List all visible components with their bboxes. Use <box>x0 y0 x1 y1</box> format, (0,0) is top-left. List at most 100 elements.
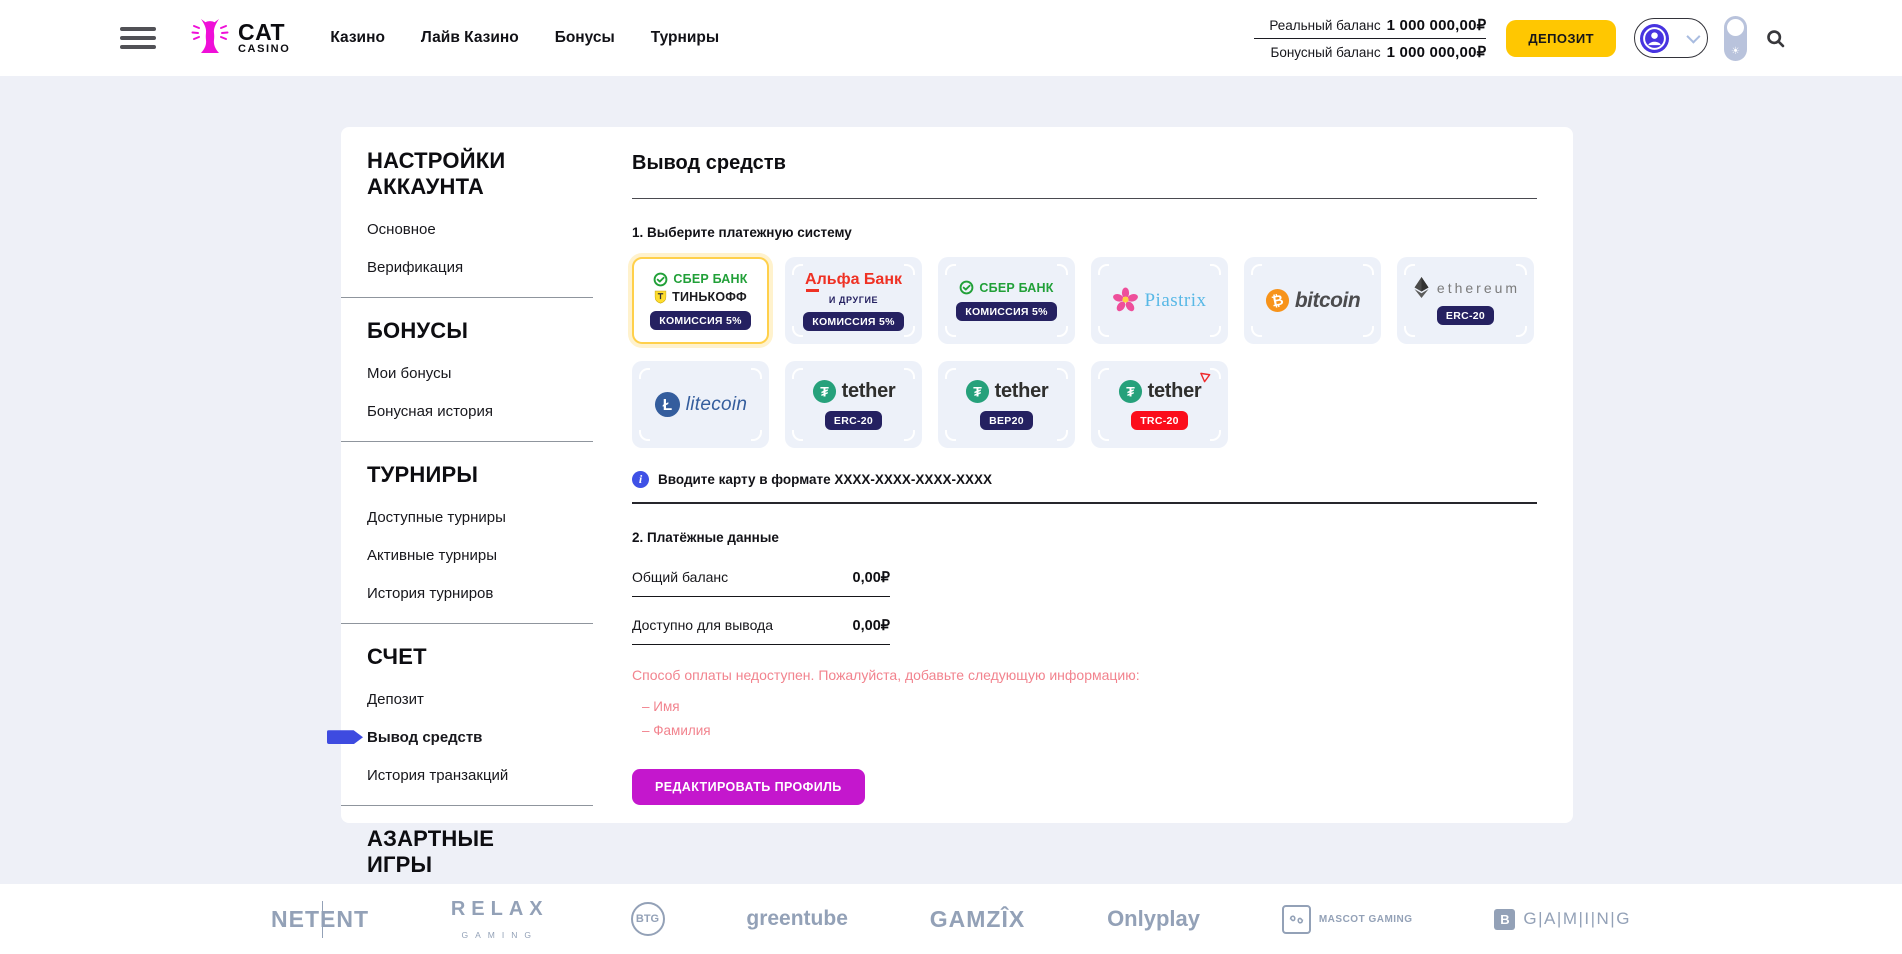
nav-item-2[interactable]: Лайв Казино <box>421 29 519 47</box>
payment-brand-row: ethereum <box>1411 276 1520 299</box>
payment-brand-row: СБЕР БАНК <box>653 272 747 287</box>
sidebar-item[interactable]: Бонусная история <box>341 403 593 420</box>
balance-block: Реальный баланс1 000 000,00₽Бонусный бал… <box>1254 14 1486 63</box>
tile-corner-mark <box>1404 326 1415 337</box>
payment-brand-label: СБЕР БАНК <box>979 281 1053 295</box>
payment-method-tether-trc20[interactable]: ₮tetherTRC-20 <box>1091 361 1228 448</box>
balance-divider <box>1254 38 1486 39</box>
sidebar-item[interactable]: История транзакций <box>341 767 593 784</box>
tile-corner-mark <box>945 264 956 275</box>
provider-name: BTG <box>631 902 665 936</box>
payment-brand-label: И ДРУГИЕ <box>829 295 878 305</box>
nav-item-4[interactable]: Турниры <box>651 29 719 47</box>
mascot-ornament-icon <box>1282 905 1311 934</box>
tile-corner-mark <box>945 430 956 441</box>
sidebar-item[interactable]: История турниров <box>341 585 593 602</box>
sidebar-item-label: Активные турниры <box>367 547 497 564</box>
sidebar-item[interactable]: Основное <box>341 221 593 238</box>
missing-fields-list: ИмяФамилия <box>632 699 1537 738</box>
tile-corner-mark <box>904 326 915 337</box>
provider-b-mark: B <box>1494 909 1515 930</box>
sidebar-item[interactable]: Депозит <box>341 691 593 708</box>
brand-name: CAT <box>238 22 290 44</box>
tether-icon: ₮ <box>812 379 837 404</box>
payment-method-ethereum-erc20[interactable]: ethereumERC-20 <box>1397 257 1534 344</box>
tile-corner-mark <box>904 430 915 441</box>
info-icon: i <box>632 471 649 488</box>
tile-corner-mark <box>1057 264 1068 275</box>
commission-badge: BEP20 <box>980 411 1033 430</box>
nav-item-3[interactable]: Бонусы <box>555 29 615 47</box>
payment-brand-row: ₮tether <box>812 379 896 404</box>
tether-icon: ₮ <box>965 379 990 404</box>
payment-brand-row: Łlitecoin <box>654 391 748 418</box>
bitcoin-icon: ₿ <box>1265 288 1290 313</box>
tile-corner-mark <box>945 326 956 337</box>
balance-value: 1 000 000,00₽ <box>1387 16 1487 34</box>
payment-brand-label: ethereum <box>1437 280 1520 296</box>
tile-corner-mark <box>792 326 803 337</box>
tile-corner-mark <box>1210 326 1221 337</box>
sidebar-item[interactable]: Верификация <box>341 259 593 276</box>
provider-bgaming-logo: BG|A|M|I|N|G <box>1494 909 1631 930</box>
search-button[interactable] <box>1765 28 1786 49</box>
sidebar-section-title: БОНУСЫ <box>341 318 593 344</box>
payment-method-tether-erc20[interactable]: ₮tether ERC-20 <box>785 361 922 448</box>
sidebar-item-active[interactable]: Вывод средств <box>341 729 593 746</box>
payment-brand-row: СБЕР БАНК <box>959 280 1053 295</box>
chevron-down-icon <box>1686 30 1700 44</box>
balance-row: Бонусный баланс1 000 000,00₽ <box>1254 41 1486 63</box>
balance-summary-label: Общий баланс <box>632 569 728 585</box>
payment-brand-label: litecoin <box>686 394 748 416</box>
tile-corner-mark <box>1098 264 1109 275</box>
brand-subname: CASINO <box>238 44 290 54</box>
tinkoff-icon <box>654 290 667 304</box>
active-item-arrow-icon <box>327 730 363 744</box>
sidebar-item[interactable]: Доступные турниры <box>341 509 593 526</box>
payment-method-sber[interactable]: СБЕР БАНККОМИССИЯ 5% <box>938 257 1075 344</box>
sidebar-section-title: СЧЕТ <box>341 644 593 670</box>
tile-corner-mark <box>639 430 650 441</box>
sidebar-item-label: Бонусная история <box>367 403 493 420</box>
sidebar-divider <box>341 297 593 298</box>
payment-brand-label: tether <box>842 380 896 403</box>
edit-profile-button[interactable]: РЕДАКТИРОВАТЬ ПРОФИЛЬ <box>632 769 865 805</box>
divider <box>632 198 1537 199</box>
tile-corner-mark <box>945 368 956 379</box>
sidebar-item[interactable]: Мои бонусы <box>341 365 593 382</box>
payment-method-sber-tinkoff[interactable]: СБЕР БАНКТИНЬКОФФКОМИССИЯ 5% <box>632 257 769 344</box>
payment-brand-row: Piastrix <box>1112 287 1206 314</box>
sidebar: НАСТРОЙКИ АККАУНТАОсновноеВерификацияБОН… <box>341 127 593 823</box>
brand-logo[interactable]: CAT CASINO <box>190 16 290 61</box>
payment-method-litecoin[interactable]: Łlitecoin <box>632 361 769 448</box>
theme-toggle[interactable]: ☀ <box>1724 16 1747 61</box>
nav-item-1[interactable]: Казино <box>330 29 385 47</box>
tile-corner-mark <box>1516 264 1527 275</box>
payment-method-alfa-bank[interactable]: Альфа БанкИ ДРУГИЕКОМИССИЯ 5% <box>785 257 922 344</box>
payment-methods: СБЕР БАНКТИНЬКОФФКОМИССИЯ 5%Альфа БанкИ … <box>632 257 1537 448</box>
litecoin-icon: Ł <box>654 391 681 418</box>
tile-corner-mark <box>1363 326 1374 337</box>
sidebar-item[interactable]: Активные турниры <box>341 547 593 564</box>
deposit-button[interactable]: ДЕПОЗИТ <box>1506 20 1616 57</box>
tile-corner-mark <box>792 368 803 379</box>
search-icon <box>1765 28 1786 49</box>
payment-brand-label: bitcoin <box>1295 289 1360 313</box>
payment-brand-row: ₿bitcoin <box>1265 288 1360 313</box>
payment-brand-label: ТИНЬКОФФ <box>672 290 747 304</box>
balance-rows: Общий баланс0,00₽Доступно для вывода0,00… <box>632 569 890 645</box>
hamburger-menu-icon[interactable] <box>120 27 156 49</box>
svg-text:Ł: Ł <box>663 397 672 414</box>
account-dropdown[interactable] <box>1634 18 1708 58</box>
svg-text:₮: ₮ <box>973 383 982 399</box>
payment-method-bitcoin[interactable]: ₿bitcoin <box>1244 257 1381 344</box>
provider-name: greentube <box>746 907 848 931</box>
payment-method-piastrix[interactable]: Piastrix <box>1091 257 1228 344</box>
tile-corner-mark <box>904 368 915 379</box>
commission-badge: ERC-20 <box>825 411 882 430</box>
payment-method-tether-bep20[interactable]: ₮tetherBEP20 <box>938 361 1075 448</box>
tile-corner-mark <box>1057 430 1068 441</box>
avatar-icon <box>1640 24 1669 53</box>
balance-label: Бонусный баланс <box>1270 45 1380 60</box>
provider-name: Onlyplay <box>1107 906 1200 932</box>
